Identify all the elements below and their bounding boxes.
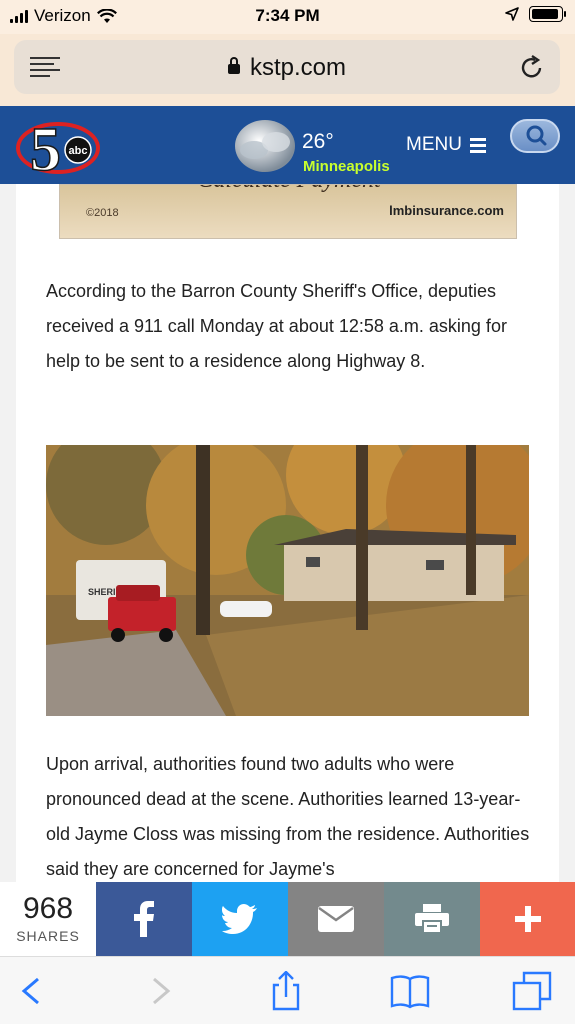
- browser-toolbar: kstp.com: [0, 34, 575, 106]
- tabs-icon[interactable]: [512, 971, 552, 1011]
- weather-icon: [235, 120, 295, 172]
- share-bar: 968 SHARES: [0, 882, 575, 956]
- status-bar: Verizon 7:34 PM: [0, 0, 575, 34]
- svg-text:5: 5: [30, 116, 61, 178]
- search-button[interactable]: [510, 119, 560, 153]
- print-button[interactable]: [384, 882, 480, 956]
- temperature: 26°: [302, 130, 334, 153]
- lock-icon: [227, 57, 240, 74]
- email-share-button[interactable]: [288, 882, 384, 956]
- article-paragraph: According to the Barron County Sheriff's…: [46, 281, 507, 371]
- forward-icon[interactable]: [140, 971, 180, 1011]
- site-header: 5 abc 26° Minneapolis MENU: [0, 106, 575, 184]
- svg-text:abc: abc: [69, 145, 88, 157]
- share-icon[interactable]: [266, 971, 306, 1011]
- ad-domain: lmbinsurance.com: [389, 203, 504, 218]
- article-photo[interactable]: SHERIFF: [46, 445, 529, 716]
- ad-copyright: ©2018: [86, 207, 119, 219]
- hamburger-icon: [469, 135, 486, 156]
- battery-icon: [529, 6, 566, 22]
- menu-button[interactable]: MENU: [406, 134, 486, 156]
- plus-icon: [514, 906, 541, 932]
- share-count-number: 968: [22, 892, 74, 925]
- clock: 7:34 PM: [255, 6, 320, 25]
- url-text[interactable]: kstp.com: [14, 54, 560, 82]
- share-count: 968 SHARES: [0, 882, 96, 956]
- article-body: Calculate Payment ©2018 lmbinsurance.com…: [16, 184, 559, 884]
- print-icon: [415, 904, 449, 934]
- back-icon[interactable]: [12, 971, 52, 1011]
- bookmarks-icon[interactable]: [390, 971, 430, 1011]
- station-logo[interactable]: 5 abc: [14, 112, 106, 178]
- email-icon: [318, 906, 354, 932]
- more-share-button[interactable]: [480, 882, 575, 956]
- browser-bottom-bar: [0, 956, 575, 1024]
- location-arrow-icon: [505, 7, 519, 21]
- advertisement[interactable]: Calculate Payment ©2018 lmbinsurance.com: [59, 184, 517, 239]
- city: Minneapolis: [303, 158, 390, 175]
- facebook-share-button[interactable]: [96, 882, 192, 956]
- facebook-icon: [134, 901, 154, 937]
- twitter-share-button[interactable]: [192, 882, 288, 956]
- article-paragraph: Upon arrival, authorities found two adul…: [46, 754, 530, 879]
- address-bar[interactable]: kstp.com: [14, 40, 560, 94]
- share-count-label: SHARES: [16, 928, 80, 944]
- twitter-icon: [222, 904, 257, 934]
- reload-icon[interactable]: [518, 53, 546, 81]
- search-icon: [526, 125, 547, 146]
